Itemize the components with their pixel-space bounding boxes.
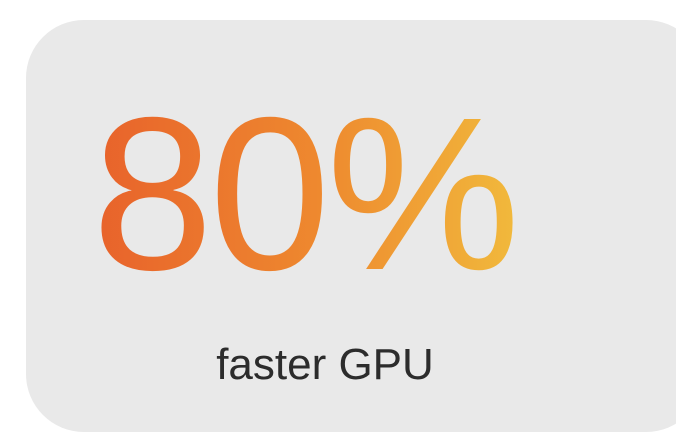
stat-value: 80% — [92, 73, 520, 316]
stat-caption: faster GPU — [216, 340, 434, 389]
